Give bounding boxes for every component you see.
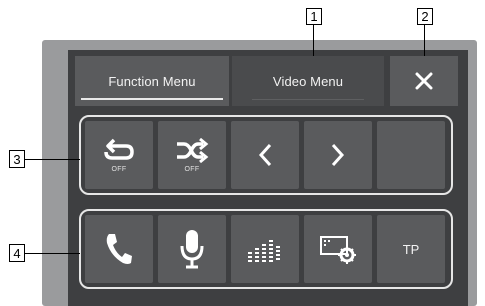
display-settings-icon (320, 236, 356, 264)
callout-4-leader (24, 253, 80, 254)
callout-1-leader (313, 24, 314, 56)
shuffle-icon (177, 137, 209, 163)
callout-2-leader (424, 24, 425, 56)
chevron-right-icon (331, 143, 345, 167)
equalizer-icon (248, 240, 280, 262)
microphone-icon (180, 230, 204, 269)
display-settings-button[interactable] (304, 215, 372, 283)
shuffle-button[interactable]: OFF (158, 121, 226, 189)
repeat-button[interactable]: OFF (85, 121, 153, 189)
previous-button[interactable] (231, 121, 299, 189)
shuffle-status: OFF (184, 165, 200, 173)
active-tab-indicator (81, 98, 223, 100)
tab-video-menu-label: Video Menu (272, 73, 344, 89)
next-button[interactable] (304, 121, 372, 189)
tp-button[interactable]: TP (377, 215, 445, 283)
equalizer-button[interactable] (231, 215, 299, 283)
close-button[interactable] (390, 56, 458, 106)
callout-1: 1 (306, 8, 322, 25)
phone-button[interactable] (85, 215, 153, 283)
repeat-icon (104, 138, 134, 160)
callout-4: 4 (9, 244, 25, 262)
callout-3: 3 (9, 150, 25, 168)
tab-function-menu-label: Function Menu (108, 73, 196, 89)
tab-function-menu[interactable]: Function Menu (75, 56, 229, 106)
blank-button[interactable] (377, 121, 445, 189)
tab-video-menu[interactable]: Video Menu (232, 56, 384, 106)
repeat-status: OFF (111, 165, 127, 173)
tp-label: TP (402, 241, 420, 257)
tab-video-divider (252, 99, 364, 100)
callout-2: 2 (417, 8, 433, 25)
chevron-left-icon (258, 143, 272, 167)
close-icon (415, 72, 433, 90)
callout-3-leader (24, 159, 80, 160)
voice-button[interactable] (158, 215, 226, 283)
phone-icon (106, 234, 132, 264)
